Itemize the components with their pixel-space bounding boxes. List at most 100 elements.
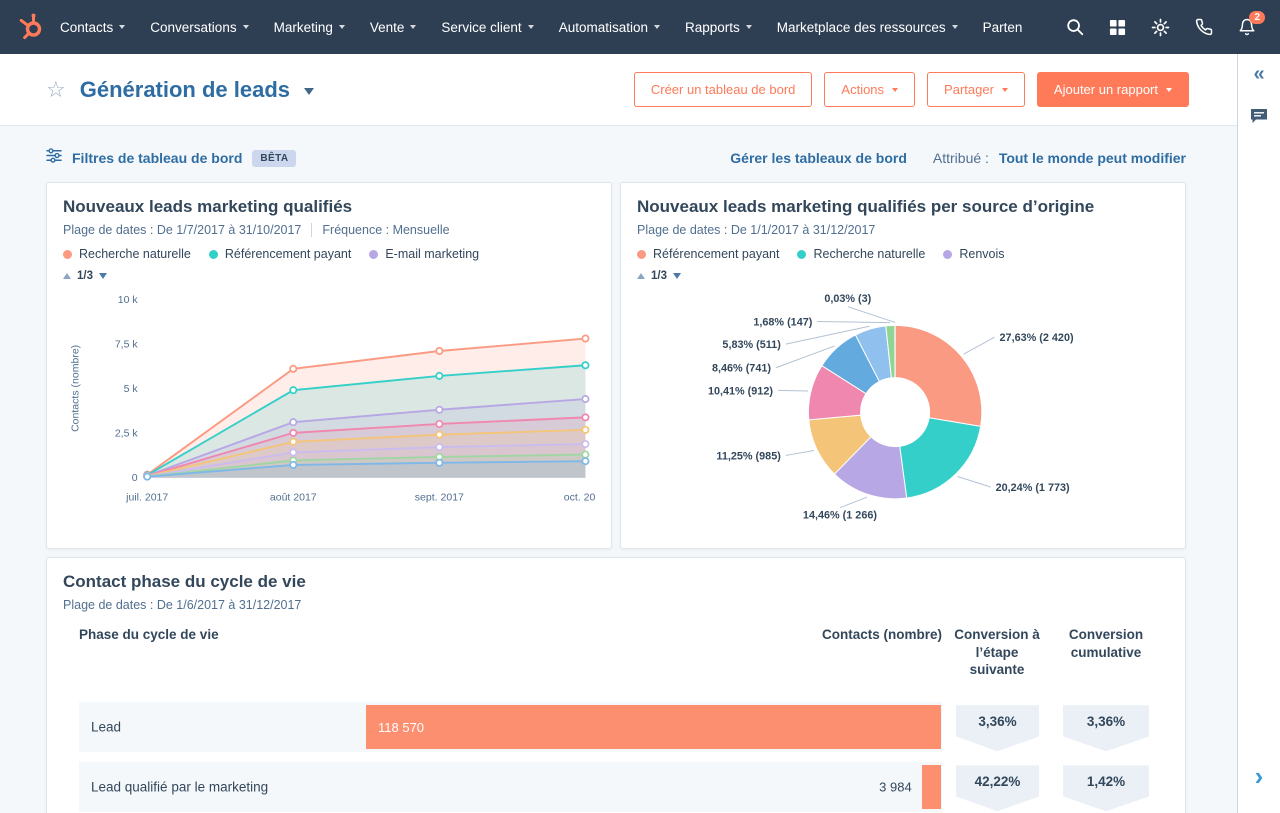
column-header-contacts: Contacts (nombre): [821, 627, 942, 643]
conversion-next-cell: 42,22%: [956, 765, 1039, 812]
line-chart: 0 2,5 k 5 k 7,5 k 10 k juil. 2017 août 2017 sep…: [69, 294, 595, 503]
svg-text:août 2017: août 2017: [270, 491, 317, 503]
legend-dot-icon: [637, 249, 646, 259]
settings-icon[interactable]: [1151, 18, 1170, 37]
dashboard-filters-toggle[interactable]: Filtres de tableau de bord BÊTA: [46, 148, 297, 168]
line-chart-card: Nouveaux leads marketing qualifiés Plage…: [46, 182, 612, 550]
svg-text:1,68% (147): 1,68% (147): [753, 316, 812, 328]
svg-text:5 k: 5 k: [124, 383, 139, 395]
svg-text:oct. 2017: oct. 2017: [564, 491, 595, 503]
funnel-card: Contact phase du cycle de vie Plage de d…: [46, 557, 1186, 813]
star-icon[interactable]: ☆: [46, 78, 66, 101]
right-panel: « ›: [1237, 54, 1280, 813]
nav-item-rapports[interactable]: Rapports: [685, 20, 752, 35]
funnel-bar[interactable]: [921, 765, 941, 810]
actions-button[interactable]: Actions: [824, 72, 916, 107]
chevron-down-icon: [527, 25, 534, 29]
legend-prev-icon[interactable]: [63, 273, 71, 279]
legend-next-icon[interactable]: [99, 273, 107, 279]
nav-item-vente[interactable]: Vente: [370, 20, 417, 35]
column-header-conversion-cumulative: Conversion cumulative: [1068, 627, 1144, 660]
svg-text:11,25% (985): 11,25% (985): [716, 450, 781, 462]
manage-dashboards-link[interactable]: Gérer les tableaux de bord: [730, 150, 907, 166]
funnel-row: Lead 118 570 3,36% 3,36%: [63, 702, 1169, 753]
create-dashboard-button[interactable]: Créer un tableau de bord: [633, 72, 813, 107]
svg-text:juil. 2017: juil. 2017: [125, 491, 168, 503]
legend-item[interactable]: Recherche naturelle: [797, 247, 925, 261]
funnel-bar[interactable]: 118 570: [366, 705, 941, 750]
nav-item-conversations[interactable]: Conversations: [150, 20, 249, 35]
svg-text:8,46% (741): 8,46% (741): [712, 363, 771, 375]
svg-text:Contacts (nombre): Contacts (nombre): [69, 345, 81, 432]
donut-chart: 27,63% (2 420) 20,24% (1 773) 14,46% (1 26…: [708, 293, 1074, 522]
dashboard-filters-bar: Filtres de tableau de bord BÊTA Gérer le…: [46, 148, 1186, 168]
svg-text:7,5 k: 7,5 k: [115, 339, 139, 351]
legend-dot-icon: [797, 249, 807, 259]
assigned-label: Attribué :: [932, 150, 989, 166]
top-nav: Contacts Conversations Marketing Vente Servi…: [0, 0, 1280, 54]
funnel-header: Phase du cycle de vie Contacts (nombre) …: [63, 626, 1169, 692]
comments-icon[interactable]: [1249, 106, 1269, 131]
column-header-conversion-next: Conversion à l’étape suivante: [954, 627, 1040, 678]
funnel-title: Contact phase du cycle de vie: [63, 572, 306, 592]
svg-text:2,5 k: 2,5 k: [115, 428, 139, 440]
line-chart-legend: Recherche naturelle Référencement payant E…: [63, 247, 595, 261]
donut-slice[interactable]: [894, 324, 983, 427]
filters-label: Filtres de tableau de bord: [72, 150, 243, 166]
notification-badge: 2: [1249, 11, 1265, 24]
dashboard-switcher-caret-icon[interactable]: [304, 87, 315, 95]
hubspot-logo[interactable]: [12, 12, 50, 42]
legend-page-indicator: 1/3: [651, 270, 667, 282]
donut-chart-card: Nouveaux leads marketing qualifiés per s…: [620, 182, 1186, 550]
svg-text:0: 0: [132, 472, 138, 484]
legend-next-icon[interactable]: [673, 273, 681, 279]
donut-chart-date-range: Plage de dates : De 1/1/2017 à 31/12/201…: [637, 223, 876, 237]
funnel-row-label: Lead: [91, 719, 122, 735]
donut-chart-legend: Référencement payant Recherche naturelle R…: [637, 247, 1169, 261]
nav-item-automatisation[interactable]: Automatisation: [559, 20, 661, 35]
page-header: ☆ Génération de leads Créer un tableau d…: [0, 54, 1280, 126]
chevron-down-icon: [951, 25, 958, 29]
assigned-permission-link[interactable]: Tout le monde peut modifier: [999, 150, 1186, 166]
expand-panel-icon[interactable]: ›: [1238, 763, 1280, 789]
nav-item-parten[interactable]: Parten: [983, 20, 1023, 35]
legend-item[interactable]: Recherche naturelle: [63, 247, 191, 261]
chevron-down-icon: [654, 25, 661, 29]
legend-item[interactable]: Référencement payant: [637, 247, 779, 261]
line-chart-frequency: Fréquence : Mensuelle: [322, 223, 450, 237]
phone-icon[interactable]: [1195, 18, 1213, 36]
chevron-down-icon: [338, 25, 345, 29]
svg-text:27,63% (2 420): 27,63% (2 420): [1000, 332, 1074, 344]
chevron-down-icon: [410, 25, 417, 29]
donut-chart-title: Nouveaux leads marketing qualifiés per s…: [637, 197, 1095, 216]
nav-item-marketplace-des-ressources[interactable]: Marketplace des ressources: [777, 20, 958, 35]
nav-item-contacts[interactable]: Contacts: [60, 20, 126, 35]
conversion-cumulative-cell: 1,42%: [1063, 765, 1149, 812]
share-button[interactable]: Partager: [927, 72, 1025, 107]
page-title: Génération de leads: [79, 76, 291, 102]
line-chart-date-range: Plage de dates : De 1/7/2017 à 31/10/201…: [63, 223, 302, 237]
nav-item-service-client[interactable]: Service client: [441, 20, 534, 35]
marketplace-icon[interactable]: [1109, 19, 1126, 36]
collapse-panel-icon[interactable]: «: [1253, 64, 1264, 84]
funnel-row: Lead qualifié par le marketing 3 984 42,…: [63, 762, 1169, 813]
nav-item-marketing[interactable]: Marketing: [274, 20, 345, 35]
funnel-bar-value: 118 570: [378, 719, 425, 735]
legend-item[interactable]: E-mail marketing: [369, 247, 479, 261]
add-report-button[interactable]: Ajouter un rapport: [1036, 72, 1189, 107]
svg-text:10 k: 10 k: [118, 294, 139, 306]
search-icon[interactable]: [1066, 18, 1084, 36]
legend-prev-icon[interactable]: [637, 273, 645, 279]
chevron-down-icon: [745, 25, 752, 29]
nav-icons: 2: [1052, 11, 1280, 37]
notifications-icon[interactable]: 2: [1238, 11, 1265, 36]
funnel-date-range: Plage de dates : De 1/6/2017 à 31/12/201…: [63, 598, 302, 613]
svg-text:10,41% (912): 10,41% (912): [708, 385, 773, 397]
legend-dot-icon: [63, 249, 72, 259]
donut-slice[interactable]: [899, 417, 982, 499]
legend-item[interactable]: Référencement payant: [208, 247, 351, 261]
legend-dot-icon: [943, 249, 953, 259]
legend-pager: 1/3: [63, 270, 595, 282]
svg-text:sept. 2017: sept. 2017: [415, 491, 464, 503]
legend-item[interactable]: Renvois: [943, 247, 1005, 261]
